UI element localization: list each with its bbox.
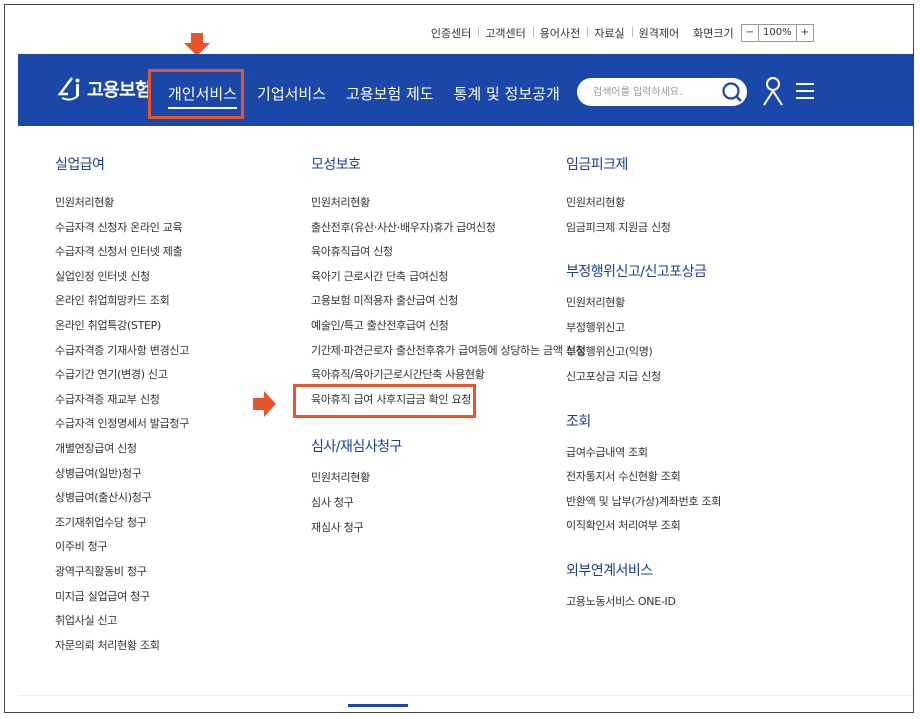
- utility-bar: 인증센터 고객센터 용어사전 자료실 원격제어 화면크기 − 100% +: [424, 24, 814, 42]
- page-bottom-strip: [18, 695, 913, 710]
- menu-link[interactable]: 반환액 및 납부(가상)계좌번호 조회: [566, 494, 721, 519]
- section-title-appeal: 심사/재심사청구: [311, 439, 402, 456]
- unemployment-list: 민원처리현황 수급자격 신청자 온라인 교육 수급자격 신청서 인터넷 제출 실…: [55, 195, 189, 662]
- menu-link[interactable]: 민원처리현황: [311, 195, 586, 220]
- menu-link[interactable]: 급여수급내역 조회: [566, 445, 721, 470]
- inquiry-list: 급여수급내역 조회 전자통지서 수신현황 조회 반환액 및 납부(가상)계좌번호…: [566, 445, 721, 543]
- util-link-customer[interactable]: 고객센터: [478, 25, 532, 41]
- zoom-control: − 100% +: [740, 24, 814, 42]
- menu-link[interactable]: 민원처리현황: [55, 195, 189, 220]
- search-icon[interactable]: [721, 81, 743, 103]
- user-icon[interactable]: [763, 76, 783, 106]
- menu-link[interactable]: 실업인정 인터넷 신청: [55, 269, 189, 294]
- zoom-value: 100%: [758, 25, 797, 41]
- site-logo[interactable]: 고용보험: [56, 76, 152, 102]
- site-header: 고용보험 개인서비스 기업서비스 고용보험 제도 통계 및 정보공개: [18, 54, 913, 126]
- nav-insurance-system[interactable]: 고용보험 제도: [346, 83, 434, 104]
- external-list: 고용노동서비스 ONE-ID: [566, 594, 721, 619]
- menu-link[interactable]: 기간제·파견근로자 출산전후휴가 급여등에 상당하는 금액 신청: [311, 343, 586, 368]
- util-link-auth[interactable]: 인증센터: [424, 25, 478, 41]
- menu-col-maternity: 모성보호 민원처리현황 출산전후(유산·사산·배우자)휴가 급여신청 육아휴직급…: [311, 154, 586, 544]
- menu-link[interactable]: 심사 청구: [311, 495, 586, 520]
- menu-link[interactable]: 수급자격증 재교부 신청: [55, 392, 189, 417]
- menu-col-misc: 임금피크제 민원처리현황 임금피크제 지원금 신청 부정행위신고/신고포상금 민…: [566, 154, 721, 619]
- section-title-wage-peak: 임금피크제: [566, 157, 628, 173]
- menu-link[interactable]: 수급자격증 기재사항 변경신고: [55, 343, 189, 368]
- main-nav: 개인서비스 기업서비스 고용보험 제도 통계 및 정보공개: [168, 83, 580, 109]
- menu-link[interactable]: 임금피크제 지원금 신청: [566, 220, 721, 245]
- menu-link[interactable]: 수급기간 연기(변경) 신고: [55, 367, 189, 392]
- menu-link[interactable]: 수급자격 신청자 온라인 교육: [55, 220, 189, 245]
- menu-link[interactable]: 재심사 청구: [311, 520, 586, 545]
- menu-link[interactable]: 취업사실 신고: [55, 613, 189, 638]
- menu-link[interactable]: 육아휴직급여 신청: [311, 244, 586, 269]
- menu-link[interactable]: 온라인 취업특강(STEP): [55, 318, 189, 343]
- menu-link[interactable]: 부정행위신고: [566, 320, 721, 345]
- logo-mark-icon: [57, 77, 80, 101]
- util-link-archive[interactable]: 자료실: [587, 25, 631, 41]
- menu-link[interactable]: 민원처리현황: [566, 195, 721, 220]
- menu-icon[interactable]: [795, 81, 815, 101]
- menu-col-unemployment: 실업급여 민원처리현황 수급자격 신청자 온라인 교육 수급자격 신청서 인터넷…: [55, 154, 189, 662]
- menu-link[interactable]: 이주비 청구: [55, 539, 189, 564]
- menu-link[interactable]: 자문의뢰 처리현황 조회: [55, 638, 189, 663]
- menu-link[interactable]: 수급자격 신청서 인터넷 제출: [55, 244, 189, 269]
- item-highlight-box: [293, 384, 476, 418]
- menu-link[interactable]: 상병급여(일반)청구: [55, 466, 189, 491]
- menu-link[interactable]: 예술인/특고 출산전후급여 신청: [311, 318, 586, 343]
- section-title-unemployment: 실업급여: [55, 157, 105, 173]
- menu-link[interactable]: 광역구직활동비 청구: [55, 564, 189, 589]
- zoom-label: 화면크기: [693, 27, 734, 40]
- nav-statistics[interactable]: 통계 및 정보공개: [454, 83, 560, 104]
- menu-link[interactable]: 개별연장급여 신청: [55, 441, 189, 466]
- section-title-inquiry: 조회: [566, 413, 591, 430]
- fraud-report-list: 민원처리현황 부정행위신고 부정행위신고(익명) 신고포상금 지급 신청: [566, 295, 721, 393]
- menu-link[interactable]: 민원처리현황: [311, 470, 586, 495]
- nav-personal-services[interactable]: 개인서비스: [168, 83, 238, 109]
- util-link-remote[interactable]: 원격제어: [631, 25, 686, 41]
- menu-link[interactable]: 출산전후(유산·사산·배우자)휴가 급여신청: [311, 220, 586, 245]
- menu-link[interactable]: 민원처리현황: [566, 295, 721, 320]
- appeal-list: 민원처리현황 심사 청구 재심사 청구: [311, 470, 586, 544]
- util-link-glossary[interactable]: 용어사전: [532, 25, 587, 41]
- menu-link[interactable]: 고용보험 미적용자 출산급여 신청: [311, 293, 586, 318]
- menu-link[interactable]: 전자통지서 수신현황 조회: [566, 469, 721, 494]
- menu-link[interactable]: 신고포상금 지급 신청: [566, 369, 721, 394]
- nav-business-services[interactable]: 기업서비스: [257, 83, 326, 104]
- section-title-external: 외부연계서비스: [566, 562, 653, 579]
- menu-link[interactable]: 이직확인서 처리여부 조회: [566, 518, 721, 543]
- menu-link[interactable]: 고용노동서비스 ONE-ID: [566, 594, 721, 619]
- logo-text: 고용보험: [87, 80, 152, 101]
- scroll-indicator: [348, 704, 408, 707]
- menu-link[interactable]: 미지급 실업급여 청구: [55, 589, 189, 614]
- search-box: [577, 78, 747, 106]
- section-title-fraud-report: 부정행위신고/신고포상금: [566, 264, 707, 281]
- arrow-right-icon: [253, 391, 276, 417]
- menu-link[interactable]: 육아기 근로시간 단축 급여신청: [311, 269, 586, 294]
- menu-link[interactable]: 수급자격 인정명세서 발급청구: [55, 416, 189, 441]
- browser-frame: 인증센터 고객센터 용어사전 자료실 원격제어 화면크기 − 100% + 고용…: [4, 4, 914, 713]
- menu-link[interactable]: 부정행위신고(익명): [566, 344, 721, 369]
- menu-link[interactable]: 조기재취업수당 청구: [55, 515, 189, 540]
- section-title-maternity: 모성보호: [311, 157, 361, 173]
- zoom-plus-button[interactable]: +: [797, 25, 813, 41]
- zoom-minus-button[interactable]: −: [742, 25, 758, 41]
- menu-link[interactable]: 상병급여(출산시)청구: [55, 490, 189, 515]
- wage-peak-list: 민원처리현황 임금피크제 지원금 신청: [566, 195, 721, 244]
- menu-link[interactable]: 온라인 취업희망카드 조회: [55, 293, 189, 318]
- search-input[interactable]: [591, 85, 715, 99]
